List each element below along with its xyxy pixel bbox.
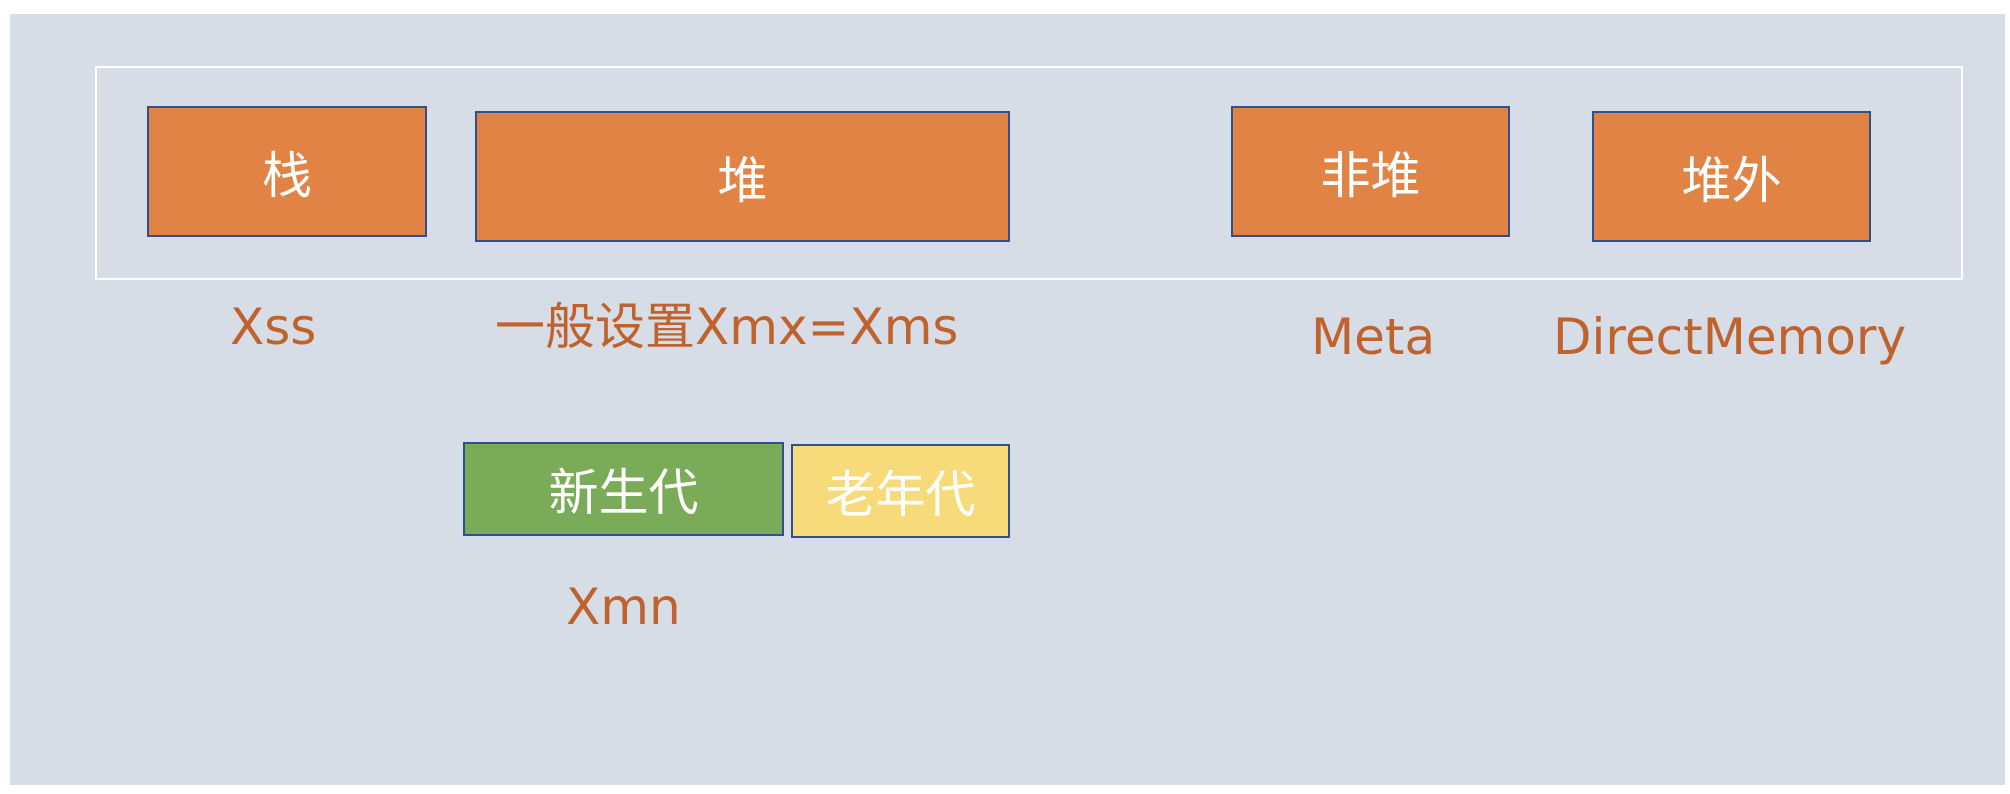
xmn-label: Xmn (566, 578, 681, 636)
meta-label: Meta (1311, 308, 1436, 366)
xss-label: Xss (230, 298, 317, 356)
heap-box-label: 堆 (717, 151, 768, 210)
young-gen-box-label: 新生代 (548, 464, 699, 522)
stack-box-label: 栈 (262, 146, 312, 205)
young-gen-box: 新生代 (463, 442, 784, 536)
off-heap-box: 堆外 (1592, 111, 1871, 242)
stack-box: 栈 (147, 106, 427, 237)
non-heap-box-label: 非堆 (1320, 146, 1421, 205)
heap-setting-label: 一般设置Xmx=Xms (495, 298, 959, 356)
heap-box: 堆 (475, 111, 1010, 242)
old-gen-box: 老年代 (791, 444, 1010, 538)
old-gen-box-label: 老年代 (825, 466, 976, 524)
direct-memory-label: DirectMemory (1553, 308, 1907, 366)
off-heap-box-label: 堆外 (1681, 151, 1782, 210)
non-heap-box: 非堆 (1231, 106, 1510, 237)
